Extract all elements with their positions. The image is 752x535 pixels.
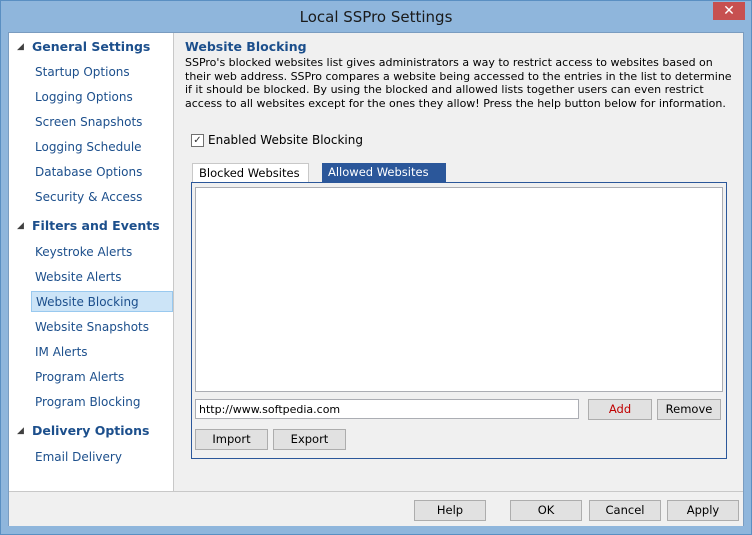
close-button[interactable]: ✕ <box>713 2 745 20</box>
enable-blocking-checkbox[interactable]: ✓ <box>191 134 204 147</box>
tree-item-label: Logging Schedule <box>35 140 142 154</box>
ok-button[interactable]: OK <box>510 500 582 521</box>
tree-item-security-access[interactable]: Security & Access <box>31 187 173 208</box>
tab-allowed-websites-list[interactable]: Allowed Websites List <box>322 163 446 198</box>
section-description: SSPro's blocked websites list gives admi… <box>185 56 732 110</box>
add-button[interactable]: Add <box>588 399 652 420</box>
tree-item-database-options[interactable]: Database Options <box>31 162 173 183</box>
dialog-footer: Help OK Cancel Apply <box>9 491 743 526</box>
tree-group-label: Delivery Options <box>32 423 150 438</box>
client-area: ◢ General Settings Startup Options Loggi… <box>8 32 744 526</box>
tab-panel: Add Remove Import Export <box>191 182 727 459</box>
apply-button[interactable]: Apply <box>667 500 739 521</box>
tree-item-label: Security & Access <box>35 190 143 204</box>
tree-item-website-alerts[interactable]: Website Alerts <box>31 267 173 288</box>
tree-group-general-settings[interactable]: ◢ General Settings <box>9 36 173 58</box>
close-icon: ✕ <box>723 3 735 19</box>
tree-item-email-delivery[interactable]: Email Delivery <box>31 447 173 468</box>
window-title: Local SSPro Settings <box>299 8 453 26</box>
settings-tree: ◢ General Settings Startup Options Loggi… <box>9 33 174 491</box>
tree-item-startup-options[interactable]: Startup Options <box>31 62 173 83</box>
cancel-button[interactable]: Cancel <box>589 500 661 521</box>
title-bar[interactable]: Local SSPro Settings ✕ <box>1 1 751 32</box>
tab-blocked-websites-list[interactable]: Blocked Websites List <box>192 163 309 199</box>
tree-item-label: Website Alerts <box>35 270 122 284</box>
tree-item-website-blocking[interactable]: Website Blocking <box>31 291 173 312</box>
enable-blocking-label[interactable]: Enabled Website Blocking <box>208 133 363 147</box>
tree-item-program-blocking[interactable]: Program Blocking <box>31 392 173 413</box>
tree-item-label: Screen Snapshots <box>35 115 143 129</box>
websites-listbox[interactable] <box>195 187 723 392</box>
section-title: Website Blocking <box>185 39 307 54</box>
tree-item-logging-schedule[interactable]: Logging Schedule <box>31 137 173 158</box>
url-input[interactable] <box>195 399 579 419</box>
tree-item-label: Keystroke Alerts <box>35 245 133 259</box>
expand-arrow-icon[interactable]: ◢ <box>17 42 24 52</box>
tree-item-label: Website Blocking <box>36 295 139 309</box>
tree-group-label: General Settings <box>32 39 151 54</box>
import-button[interactable]: Import <box>195 429 268 450</box>
tree-group-delivery-options[interactable]: ◢ Delivery Options <box>9 420 173 442</box>
tree-item-logging-options[interactable]: Logging Options <box>31 87 173 108</box>
help-button[interactable]: Help <box>414 500 486 521</box>
expand-arrow-icon[interactable]: ◢ <box>17 426 24 436</box>
tree-item-website-snapshots[interactable]: Website Snapshots <box>31 317 173 338</box>
tree-group-filters-and-events[interactable]: ◢ Filters and Events <box>9 215 173 237</box>
remove-button[interactable]: Remove <box>657 399 721 420</box>
export-button[interactable]: Export <box>273 429 346 450</box>
tree-item-keystroke-alerts[interactable]: Keystroke Alerts <box>31 242 173 263</box>
tree-item-label: Database Options <box>35 165 143 179</box>
settings-window: Local SSPro Settings ✕ ◢ General Setting… <box>0 0 752 535</box>
check-icon: ✓ <box>193 135 202 146</box>
expand-arrow-icon[interactable]: ◢ <box>17 221 24 231</box>
settings-panel: Website Blocking SSPro's blocked website… <box>175 33 743 491</box>
tree-item-label: Program Blocking <box>35 395 141 409</box>
tree-item-label: IM Alerts <box>35 345 88 359</box>
tree-item-label: Website Snapshots <box>35 320 149 334</box>
tree-item-screen-snapshots[interactable]: Screen Snapshots <box>31 112 173 133</box>
tree-item-label: Email Delivery <box>35 450 122 464</box>
tree-item-im-alerts[interactable]: IM Alerts <box>31 342 173 363</box>
tree-item-label: Logging Options <box>35 90 133 104</box>
tree-item-program-alerts[interactable]: Program Alerts <box>31 367 173 388</box>
tree-group-label: Filters and Events <box>32 218 160 233</box>
tree-item-label: Startup Options <box>35 65 130 79</box>
tree-item-label: Program Alerts <box>35 370 125 384</box>
